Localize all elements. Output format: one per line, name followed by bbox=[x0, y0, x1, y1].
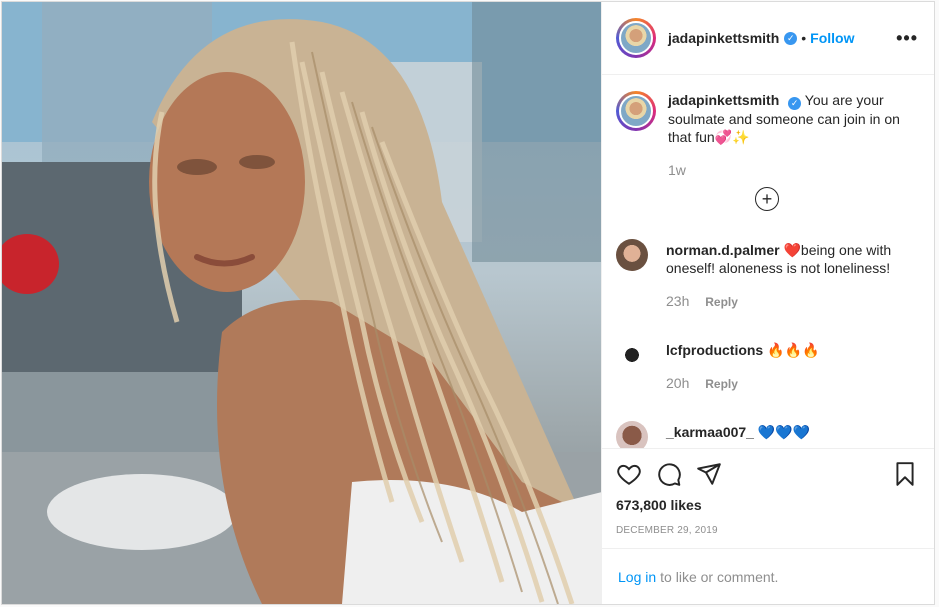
caption-avatar-image bbox=[619, 94, 653, 128]
login-prompt-text: to like or comment. bbox=[660, 568, 779, 585]
comment-text: 🔥🔥🔥 bbox=[767, 341, 820, 358]
caption-line: jadapinkettsmith ✓ You are your soulmate… bbox=[668, 91, 918, 146]
action-icon-row bbox=[616, 459, 918, 489]
author-avatar-image bbox=[619, 21, 653, 55]
author-avatar[interactable] bbox=[616, 18, 656, 58]
comment-item: norman.d.palmer ❤️being one with oneself… bbox=[616, 238, 918, 311]
comment-avatar[interactable] bbox=[616, 420, 648, 448]
post-photo[interactable] bbox=[2, 2, 601, 604]
comment-avatar[interactable] bbox=[616, 338, 648, 371]
comment-username[interactable]: lcfproductions bbox=[666, 342, 763, 358]
bookmark-icon[interactable] bbox=[892, 461, 918, 487]
caption-body: jadapinkettsmith ✓ You are your soulmate… bbox=[668, 91, 918, 179]
post-header: jadapinkettsmith ✓ • Follow ••• bbox=[602, 2, 934, 75]
comment-meta: 23h Reply bbox=[666, 292, 918, 311]
post-modal: jadapinkettsmith ✓ • Follow ••• jadapink… bbox=[1, 1, 935, 605]
reply-button[interactable]: Reply bbox=[705, 377, 738, 391]
post-side-panel: jadapinkettsmith ✓ • Follow ••• jadapink… bbox=[601, 2, 934, 604]
comment-time[interactable]: 23h bbox=[666, 293, 689, 309]
share-icon[interactable] bbox=[696, 461, 722, 487]
header-separator: • bbox=[801, 30, 807, 46]
more-options-icon[interactable]: ••• bbox=[896, 28, 918, 49]
verified-badge-icon: ✓ bbox=[784, 31, 798, 45]
comment-body: lcfproductions 🔥🔥🔥 20h Reply bbox=[666, 341, 819, 393]
comment-time[interactable]: 20h bbox=[666, 375, 689, 391]
comment-item: _karmaa007_ 💙💙💙 bbox=[616, 420, 918, 449]
comment-meta: 20h Reply bbox=[666, 374, 819, 393]
like-count[interactable]: 673,800 likes bbox=[616, 497, 918, 513]
heart-icon[interactable] bbox=[616, 461, 642, 487]
comment-username[interactable]: _karmaa007_ bbox=[666, 424, 754, 440]
verified-badge-icon: ✓ bbox=[788, 96, 802, 110]
load-more-plus-icon[interactable]: + bbox=[755, 186, 779, 211]
comment-text: 💙💙💙 bbox=[757, 423, 811, 440]
follow-button[interactable]: Follow bbox=[810, 30, 854, 46]
reply-button[interactable]: Reply bbox=[705, 295, 738, 309]
comment-item: lcfproductions 🔥🔥🔥 20h Reply bbox=[616, 338, 918, 393]
post-photo-illustration bbox=[2, 2, 601, 604]
comment-username[interactable]: norman.d.palmer bbox=[666, 242, 780, 258]
comment-body: _karmaa007_ 💙💙💙 bbox=[666, 423, 810, 449]
author-username[interactable]: jadapinkettsmith bbox=[668, 30, 779, 46]
login-prompt: Log in to like or comment. bbox=[602, 548, 934, 604]
caption-time[interactable]: 1w bbox=[668, 161, 918, 179]
post-caption: jadapinkettsmith ✓ You are your soulmate… bbox=[616, 91, 918, 179]
caption-username[interactable]: jadapinkettsmith bbox=[668, 92, 779, 108]
post-date[interactable]: DECEMBER 29, 2019 bbox=[616, 525, 918, 536]
comment-icon[interactable] bbox=[656, 461, 682, 487]
comment-line: _karmaa007_ 💙💙💙 bbox=[666, 423, 810, 441]
comment-line: norman.d.palmer ❤️being one with oneself… bbox=[666, 241, 918, 277]
comments-list[interactable]: jadapinkettsmith ✓ You are your soulmate… bbox=[602, 75, 934, 448]
comment-avatar[interactable] bbox=[616, 238, 648, 271]
post-actions: 673,800 likes DECEMBER 29, 2019 bbox=[602, 448, 934, 548]
comment-line: lcfproductions 🔥🔥🔥 bbox=[666, 341, 819, 359]
comment-body: norman.d.palmer ❤️being one with oneself… bbox=[666, 241, 918, 311]
login-link[interactable]: Log in bbox=[618, 569, 656, 585]
caption-avatar[interactable] bbox=[616, 91, 656, 131]
